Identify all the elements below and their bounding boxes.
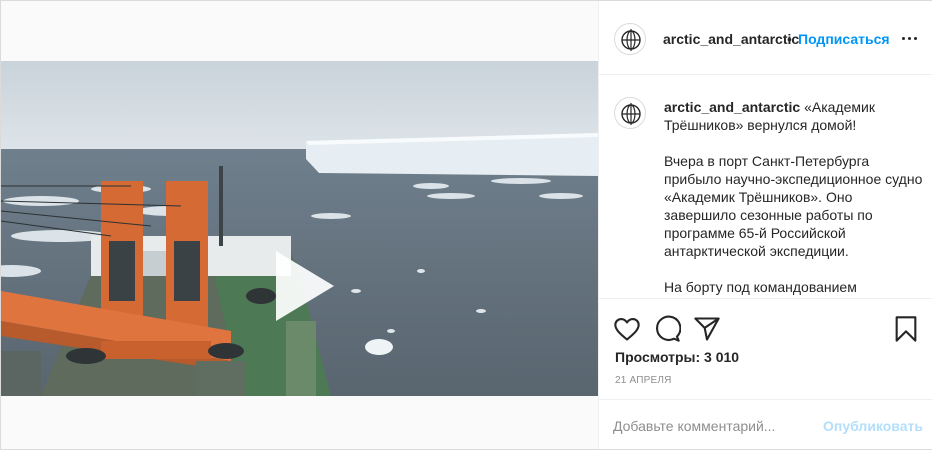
post-side-panel: arctic_and_antarctic • Подписаться arcti… [598,1,932,449]
post-caption: arctic_and_antarctic «Академик Трёшников… [664,98,924,298]
comment-input[interactable] [613,416,813,436]
video-frame-ship-in-ice [1,61,598,396]
avatar[interactable] [614,23,646,55]
comment-bubble-icon [656,315,682,342]
header-username[interactable]: arctic_and_antarctic [663,31,799,47]
heart-icon [614,318,640,341]
share-button[interactable] [693,315,721,343]
post-date[interactable]: 21 апреля [615,375,672,386]
caption-paragraph: На борту под командованием [664,279,857,295]
caption-username[interactable]: arctic_and_antarctic [664,99,800,115]
paper-plane-icon [694,317,720,341]
bookmark-icon [895,316,917,342]
globe-logo-icon [621,29,641,51]
comment-form: Опубликовать [599,399,932,449]
globe-logo-icon [621,103,641,125]
like-button[interactable] [613,315,641,343]
publish-button[interactable]: Опубликовать [823,418,923,434]
caption-paragraph: Вчера в порт Санкт-Петербурга прибыло на… [664,153,923,259]
action-bar [599,311,932,351]
comment-button[interactable] [653,315,682,343]
caption-scroll-area[interactable]: arctic_and_antarctic «Академик Трёшников… [599,76,932,299]
post-header: arctic_and_antarctic • Подписаться [599,1,932,75]
separator-dot: • [787,31,792,47]
views-count[interactable]: Просмотры: 3 010 [615,349,739,365]
instagram-post: arctic_and_antarctic • Подписаться arcti… [0,0,932,450]
play-button[interactable] [266,251,336,321]
follow-button[interactable]: Подписаться [798,31,890,47]
more-options-icon[interactable] [899,27,921,49]
save-button[interactable] [892,315,920,343]
video-player[interactable] [1,61,598,396]
play-icon [276,251,334,321]
media-area [1,1,598,449]
caption-avatar[interactable] [614,97,646,129]
